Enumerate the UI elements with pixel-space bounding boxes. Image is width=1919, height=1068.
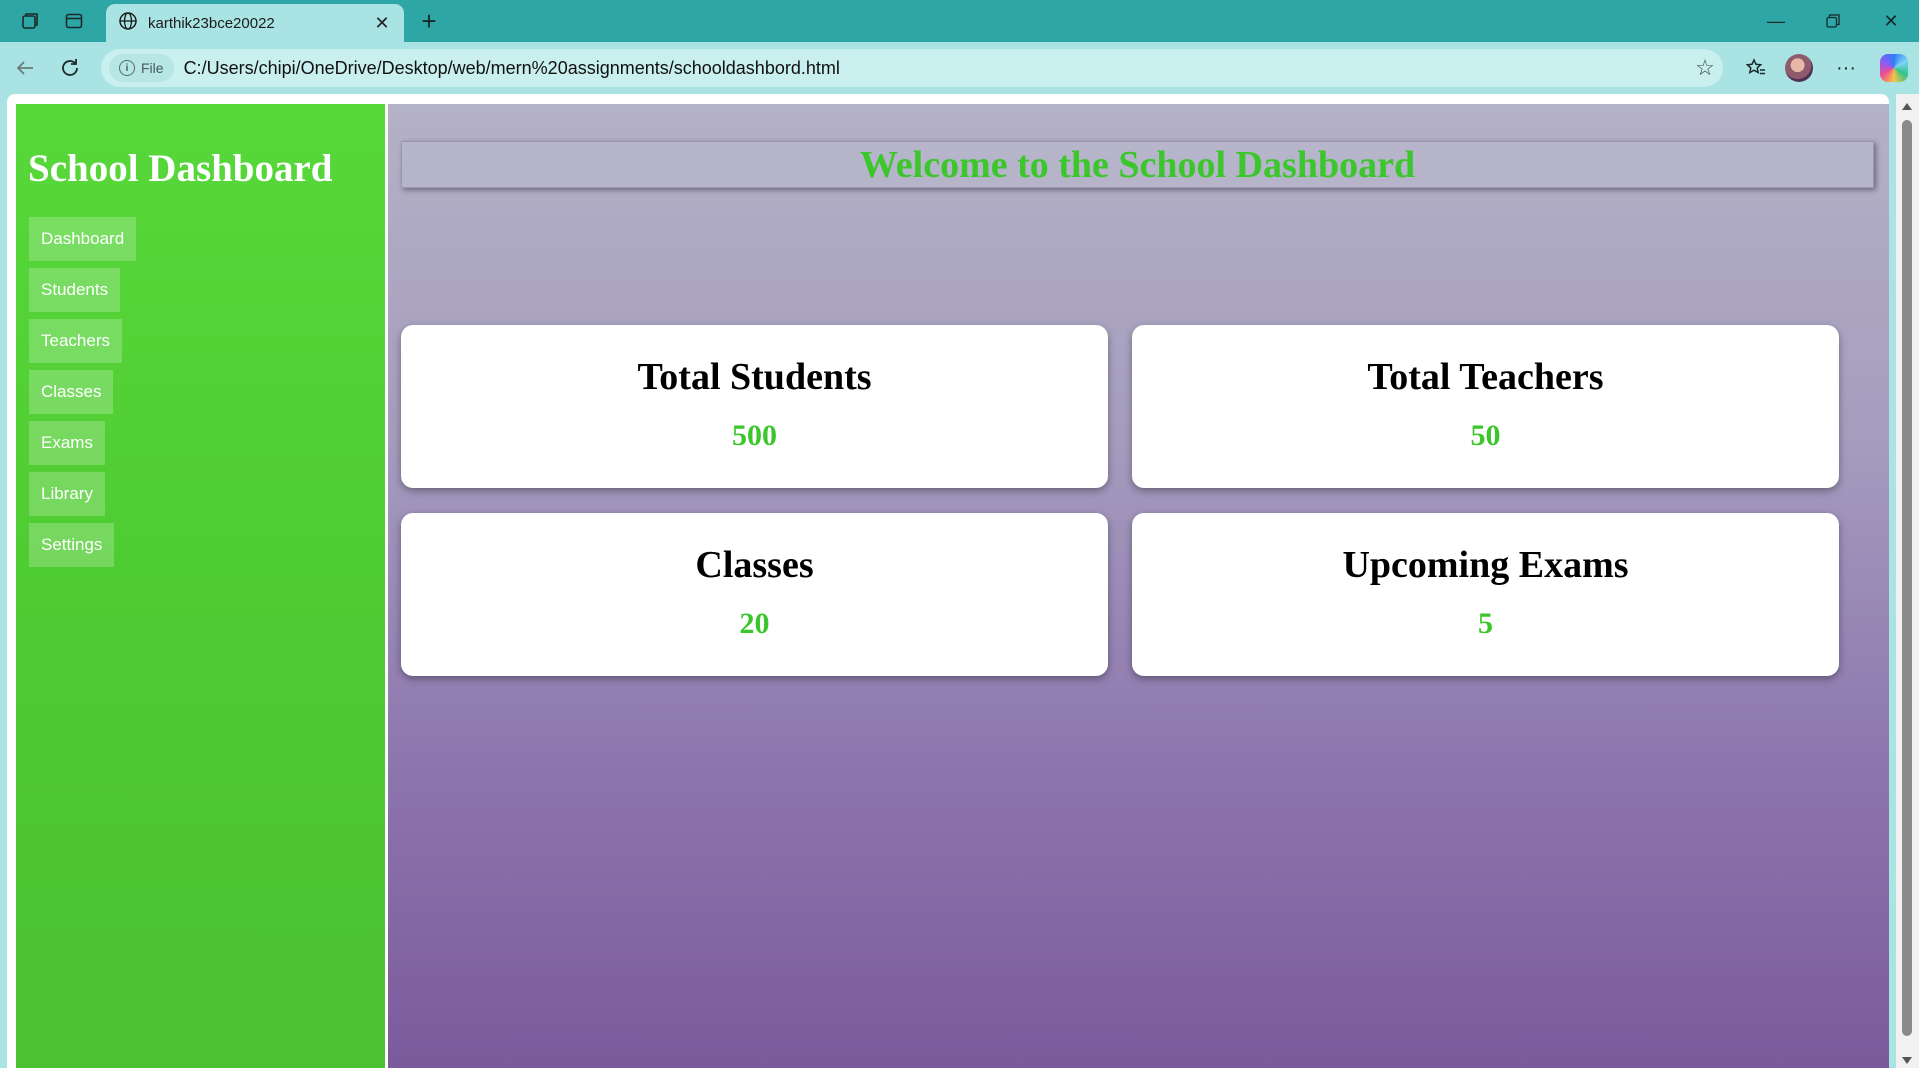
sidebar-item-students[interactable]: Students: [29, 268, 121, 312]
welcome-header: Welcome to the School Dashboard: [401, 141, 1874, 188]
tab-actions-icon[interactable]: [61, 8, 87, 34]
card-value: 50: [1470, 419, 1501, 452]
minimize-icon[interactable]: —: [1756, 6, 1796, 36]
url-text[interactable]: C:/Users/chipi/OneDrive/Desktop/web/mern…: [184, 58, 1687, 79]
tab-title: karthik23bce20022: [148, 14, 275, 32]
card-title: Total Students: [637, 356, 872, 398]
stat-card-classes: Classes 20: [401, 513, 1108, 676]
profile-avatar[interactable]: [1785, 54, 1813, 82]
sidebar-item-dashboard[interactable]: Dashboard: [29, 217, 137, 261]
close-tab-icon[interactable]: ✕: [372, 13, 392, 33]
main-content: Welcome to the School Dashboard Total St…: [388, 104, 1889, 1068]
page-viewport: School Dashboard Dashboard Students Teac…: [0, 94, 1919, 1068]
card-value: 5: [1478, 607, 1493, 640]
sidebar-item-exams[interactable]: Exams: [29, 421, 105, 465]
vertical-scrollbar[interactable]: [1896, 94, 1919, 1068]
sidebar: School Dashboard Dashboard Students Teac…: [16, 104, 385, 1068]
favorites-icon[interactable]: [1741, 53, 1771, 83]
web-page: School Dashboard Dashboard Students Teac…: [7, 94, 1889, 1068]
favorite-star-icon[interactable]: ☆: [1687, 55, 1723, 81]
address-bar[interactable]: i File C:/Users/chipi/OneDrive/Desktop/w…: [101, 49, 1723, 87]
workspaces-icon[interactable]: [17, 8, 43, 34]
active-tab[interactable]: karthik23bce20022 ✕: [106, 4, 404, 42]
globe-icon: [118, 11, 138, 36]
card-title: Total Teachers: [1367, 356, 1604, 398]
card-title: Classes: [695, 544, 814, 586]
browser-tab-bar: karthik23bce20022 ✕ + — ✕: [0, 0, 1919, 42]
card-title: Upcoming Exams: [1342, 544, 1629, 586]
more-options-icon[interactable]: ···: [1831, 53, 1861, 83]
sidebar-nav: Dashboard Students Teachers Classes Exam…: [29, 217, 137, 574]
card-value: 500: [732, 419, 777, 452]
restore-icon[interactable]: [1813, 6, 1853, 36]
sidebar-item-library[interactable]: Library: [29, 472, 105, 516]
card-value: 20: [739, 607, 770, 640]
info-icon: i: [119, 60, 135, 76]
browser-toolbar: i File C:/Users/chipi/OneDrive/Desktop/w…: [0, 42, 1919, 94]
stat-card-total-students: Total Students 500: [401, 325, 1108, 488]
scroll-down-icon[interactable]: [1902, 1057, 1912, 1064]
back-icon[interactable]: [10, 53, 40, 83]
site-info-button[interactable]: i File: [109, 54, 174, 82]
sidebar-item-classes[interactable]: Classes: [29, 370, 114, 414]
close-window-icon[interactable]: ✕: [1871, 6, 1911, 36]
file-label: File: [141, 60, 164, 76]
sidebar-title: School Dashboard: [28, 147, 333, 190]
welcome-title: Welcome to the School Dashboard: [859, 143, 1416, 186]
scrollbar-thumb[interactable]: [1902, 120, 1912, 1036]
sidebar-item-teachers[interactable]: Teachers: [29, 319, 122, 363]
scroll-up-icon[interactable]: [1902, 103, 1912, 110]
stat-card-upcoming-exams: Upcoming Exams 5: [1132, 513, 1839, 676]
sidebar-item-settings[interactable]: Settings: [29, 523, 115, 567]
copilot-icon[interactable]: [1880, 54, 1908, 82]
new-tab-button[interactable]: +: [414, 6, 444, 36]
stat-card-total-teachers: Total Teachers 50: [1132, 325, 1839, 488]
refresh-icon[interactable]: [55, 53, 85, 83]
